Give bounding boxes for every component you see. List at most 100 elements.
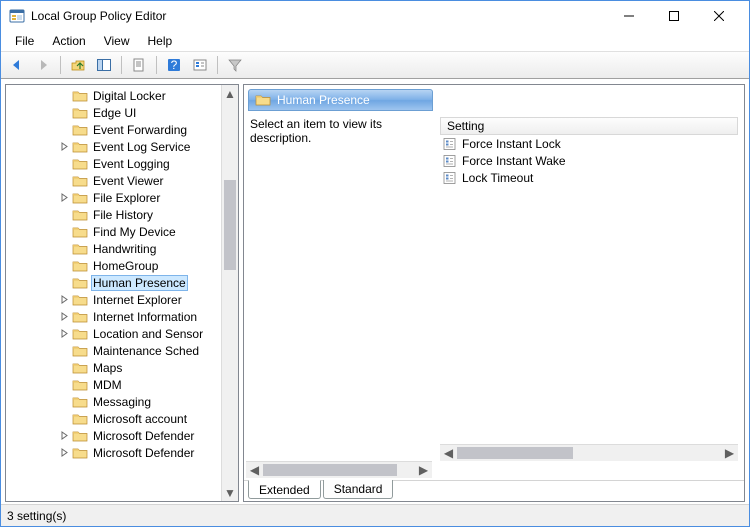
- tree-item-label: Microsoft account: [91, 412, 189, 426]
- scroll-right-arrow-icon[interactable]: ▶: [721, 445, 738, 461]
- scrollbar-track[interactable]: [263, 462, 415, 478]
- tree-item[interactable]: Location and Sensor: [6, 325, 221, 342]
- scrollbar-thumb[interactable]: [263, 464, 397, 476]
- menubar: File Action View Help: [1, 31, 749, 51]
- tree-item[interactable]: Edge UI: [6, 104, 221, 121]
- tree-item[interactable]: HomeGroup: [6, 257, 221, 274]
- toolbar-separator: [217, 56, 218, 74]
- folder-icon: [72, 361, 88, 375]
- menu-action[interactable]: Action: [44, 32, 93, 50]
- folder-icon: [72, 259, 88, 273]
- description-text: Select an item to view its description.: [250, 117, 432, 145]
- detail-tabs: Extended Standard: [244, 480, 744, 501]
- tab-standard[interactable]: Standard: [323, 480, 394, 499]
- show-hide-tree-button[interactable]: [92, 54, 116, 76]
- setting-item[interactable]: Force Instant Wake: [440, 152, 738, 169]
- scroll-down-arrow-icon[interactable]: ▼: [222, 484, 238, 501]
- maximize-button[interactable]: [651, 1, 696, 31]
- folder-icon: [255, 93, 271, 107]
- tree-item[interactable]: Handwriting: [6, 240, 221, 257]
- expand-icon[interactable]: [58, 447, 70, 459]
- tree-item-label: Internet Information: [91, 310, 199, 324]
- tree-item-label: File History: [91, 208, 155, 222]
- settings-list: Force Instant LockForce Instant WakeLock…: [440, 135, 738, 186]
- menu-help[interactable]: Help: [140, 32, 181, 50]
- scroll-right-arrow-icon[interactable]: ▶: [415, 462, 432, 478]
- tree-item[interactable]: File Explorer: [6, 189, 221, 206]
- help-button[interactable]: ?: [162, 54, 186, 76]
- close-button[interactable]: [696, 1, 741, 31]
- scroll-left-arrow-icon[interactable]: ◀: [246, 462, 263, 478]
- tree-item-label: Internet Explorer: [91, 293, 184, 307]
- tree-item-label: Microsoft Defender: [91, 429, 196, 443]
- scrollbar-track[interactable]: [222, 102, 238, 484]
- setting-item[interactable]: Force Instant Lock: [440, 135, 738, 152]
- tree-item[interactable]: Maintenance Sched: [6, 342, 221, 359]
- folder-icon: [72, 412, 88, 426]
- forward-button[interactable]: [31, 54, 55, 76]
- settings-column-header[interactable]: Setting: [440, 117, 738, 135]
- scrollbar-thumb[interactable]: [457, 447, 573, 459]
- properties-button[interactable]: [127, 54, 151, 76]
- tree-item[interactable]: Internet Information: [6, 308, 221, 325]
- scrollbar-thumb[interactable]: [224, 180, 236, 270]
- tree-item[interactable]: Internet Explorer: [6, 291, 221, 308]
- menu-file[interactable]: File: [7, 32, 42, 50]
- expand-icon[interactable]: [58, 192, 70, 204]
- settings-horizontal-scrollbar[interactable]: ◀ ▶: [440, 444, 738, 461]
- tree-item[interactable]: Messaging: [6, 393, 221, 410]
- tree-item[interactable]: Event Logging: [6, 155, 221, 172]
- detail-pane: Human Presence Select an item to view it…: [243, 84, 745, 502]
- description-horizontal-scrollbar[interactable]: ◀ ▶: [246, 461, 432, 478]
- tree-item[interactable]: Microsoft Defender: [6, 427, 221, 444]
- tab-extended[interactable]: Extended: [248, 480, 321, 499]
- scroll-up-arrow-icon[interactable]: ▲: [222, 85, 238, 102]
- folder-icon: [72, 446, 88, 460]
- tree-item[interactable]: Microsoft Defender: [6, 444, 221, 461]
- tree-item-label: HomeGroup: [91, 259, 160, 273]
- tree-item[interactable]: Maps: [6, 359, 221, 376]
- menu-view[interactable]: View: [96, 32, 138, 50]
- tree-item[interactable]: Event Forwarding: [6, 121, 221, 138]
- tree-view[interactable]: Digital LockerEdge UIEvent Forwarding Eve…: [6, 85, 221, 501]
- minimize-button[interactable]: [606, 1, 651, 31]
- folder-icon: [72, 157, 88, 171]
- expand-icon[interactable]: [58, 430, 70, 442]
- tree-item[interactable]: Event Log Service: [6, 138, 221, 155]
- scroll-left-arrow-icon[interactable]: ◀: [440, 445, 457, 461]
- tree-item-label: Find My Device: [91, 225, 178, 239]
- back-button[interactable]: [5, 54, 29, 76]
- filter-button[interactable]: [223, 54, 247, 76]
- tree-item[interactable]: Microsoft account: [6, 410, 221, 427]
- folder-icon: [72, 429, 88, 443]
- tree-item[interactable]: Find My Device: [6, 223, 221, 240]
- tree-item[interactable]: Human Presence: [6, 274, 221, 291]
- status-text: 3 setting(s): [7, 509, 66, 523]
- tree-item-label: Handwriting: [91, 242, 158, 256]
- tree-item-label: Maps: [91, 361, 124, 375]
- tree-item[interactable]: File History: [6, 206, 221, 223]
- up-button[interactable]: [66, 54, 90, 76]
- toolbar: ?: [1, 51, 749, 79]
- tree-item[interactable]: Event Viewer: [6, 172, 221, 189]
- tree-vertical-scrollbar[interactable]: ▲ ▼: [221, 85, 238, 501]
- scrollbar-track[interactable]: [457, 445, 721, 461]
- tree-item[interactable]: Digital Locker: [6, 87, 221, 104]
- policy-icon: [442, 137, 458, 151]
- expand-icon[interactable]: [58, 141, 70, 153]
- folder-icon: [72, 378, 88, 392]
- folder-icon: [72, 293, 88, 307]
- expand-icon[interactable]: [58, 294, 70, 306]
- expand-icon[interactable]: [58, 328, 70, 340]
- policy-icon-button[interactable]: [188, 54, 212, 76]
- tree-item-label: Event Log Service: [91, 140, 192, 154]
- folder-icon: [72, 242, 88, 256]
- folder-icon: [72, 89, 88, 103]
- tree-item-label: Event Logging: [91, 157, 172, 171]
- expand-icon[interactable]: [58, 311, 70, 323]
- titlebar: Local Group Policy Editor: [1, 1, 749, 31]
- setting-item[interactable]: Lock Timeout: [440, 169, 738, 186]
- toolbar-separator: [60, 56, 61, 74]
- folder-icon: [72, 395, 88, 409]
- tree-item[interactable]: MDM: [6, 376, 221, 393]
